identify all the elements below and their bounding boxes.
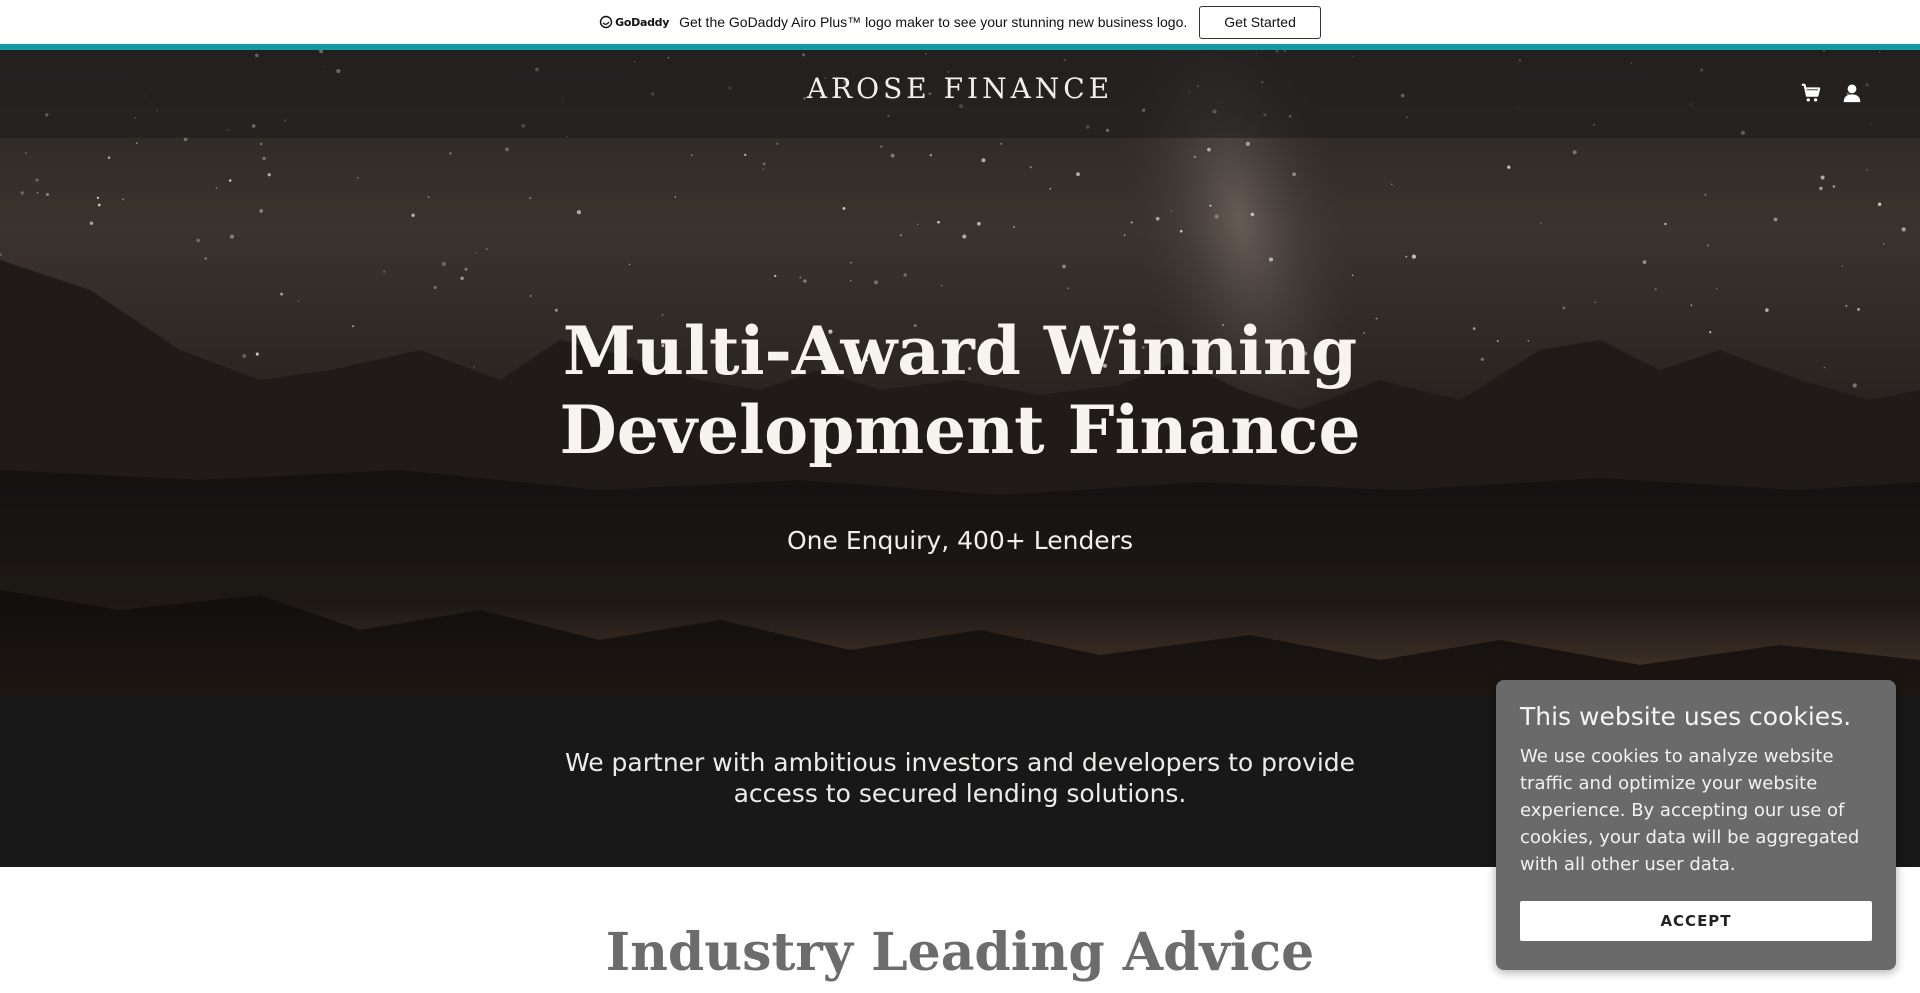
account-icon[interactable] [1841,82,1863,104]
cookie-title: This website uses cookies. [1520,702,1852,731]
promo-bar: GoDaddy Get the GoDaddy Airo Plus™ logo … [0,0,1920,44]
cookie-message: We use cookies to analyze website traffi… [1520,746,1860,875]
cookie-banner: This website uses cookies. We use cookie… [1496,680,1896,970]
get-started-button[interactable]: Get Started [1199,5,1321,39]
hero-section: AROSE FINANCE Multi-Award Winning Develo… [0,50,1920,695]
cart-icon[interactable] [1800,82,1822,104]
promo-message: Get the GoDaddy Airo Plus™ logo maker to… [679,14,1188,30]
godaddy-logo-text: GoDaddy [615,15,670,29]
hero-subtitle: One Enquiry, 400+ Lenders [787,526,1133,555]
accept-cookies-button[interactable]: ACCEPT [1520,901,1872,941]
site-brand[interactable]: AROSE FINANCE [0,72,1920,105]
partner-text: We partner with ambitious investors and … [564,748,1356,808]
godaddy-logo: GoDaddy [599,15,669,29]
hero-title: Multi-Award Winning Development Finance [559,312,1361,469]
godaddy-icon [599,15,613,29]
